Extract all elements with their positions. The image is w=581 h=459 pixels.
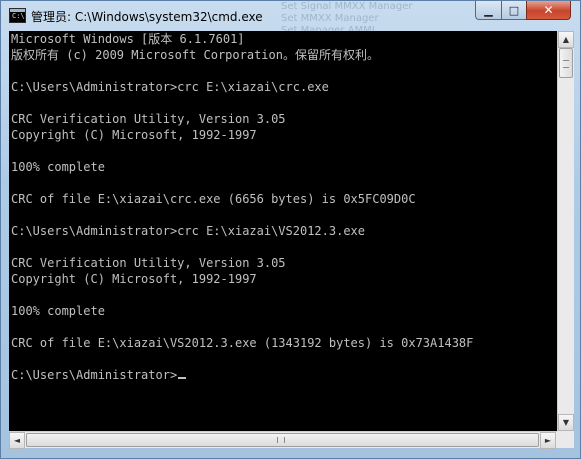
console-output[interactable]: Microsoft Windows [版本 6.1.7601] 版权所有 (c) … — [9, 31, 557, 431]
maximize-button[interactable]: □ — [501, 1, 527, 20]
scroll-right-icon: ► — [544, 436, 552, 445]
vertical-scroll-thumb[interactable] — [559, 48, 573, 78]
background-window-line: Set Signal MMXX Manager — [281, 1, 413, 12]
vertical-scrollbar[interactable]: ▲ ▼ — [557, 31, 574, 431]
scroll-left-button[interactable]: ◄ — [9, 432, 25, 449]
title-bar[interactable]: C:\ 管理员: C:\Windows\system32\cmd.exe Set… — [1, 1, 580, 36]
minimize-icon: ▁ — [484, 3, 493, 17]
window-title: 管理员: C:\Windows\system32\cmd.exe — [31, 10, 263, 24]
scroll-right-button[interactable]: ► — [540, 432, 556, 449]
console-line: CRC of file E:\xiazai\crc.exe (6656 byte… — [11, 192, 416, 206]
cmd-app-icon[interactable]: C:\ — [9, 8, 26, 23]
text-cursor — [178, 377, 187, 379]
console-line: CRC Verification Utility, Version 3.05 — [11, 112, 286, 126]
scroll-up-icon: ▲ — [562, 35, 570, 44]
background-window-line: Set MMXX Manager — [281, 13, 379, 24]
close-button[interactable]: ✕ — [526, 1, 571, 20]
console-line: C:\Users\Administrator>crc E:\xiazai\crc… — [11, 80, 329, 94]
scroll-up-button[interactable]: ▲ — [558, 31, 574, 48]
scrollbar-corner — [557, 431, 574, 448]
console-line: 100% complete — [11, 160, 105, 174]
console-line: CRC of file E:\xiazai\VS2012.3.exe (1343… — [11, 336, 474, 350]
console-line: C:\Users\Administrator>crc E:\xiazai\VS2… — [11, 224, 366, 238]
console-line: CRC Verification Utility, Version 3.05 — [11, 256, 286, 270]
scroll-down-button[interactable]: ▼ — [558, 414, 574, 431]
console-line: 100% complete — [11, 304, 105, 318]
cmd-icon-label: C:\ — [12, 12, 25, 20]
scroll-left-icon: ◄ — [13, 436, 21, 445]
console-line: Copyright (C) Microsoft, 1992-1997 — [11, 128, 257, 142]
console-line: C:\Users\Administrator> — [11, 367, 187, 383]
horizontal-scroll-thumb[interactable] — [26, 433, 539, 447]
scroll-down-icon: ▼ — [562, 418, 570, 427]
console-line: Copyright (C) Microsoft, 1992-1997 — [11, 272, 257, 286]
console-window: C:\ 管理员: C:\Windows\system32\cmd.exe Set… — [0, 0, 581, 459]
minimize-button[interactable]: ▁ — [475, 1, 502, 20]
maximize-icon: □ — [508, 3, 520, 17]
horizontal-scrollbar[interactable]: ◄ ► — [9, 431, 557, 449]
console-line: 版权所有 (c) 2009 Microsoft Corporation。保留所有… — [11, 48, 379, 62]
close-icon: ✕ — [543, 2, 554, 17]
console-line: Microsoft Windows [版本 6.1.7601] — [11, 32, 245, 46]
